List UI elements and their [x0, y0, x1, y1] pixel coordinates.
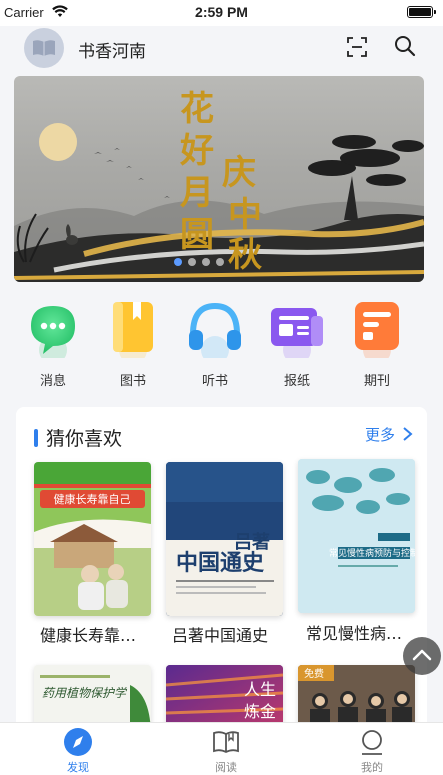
cover-title: 药用植物保护学 — [42, 686, 128, 700]
message-icon — [23, 298, 83, 364]
book-cover[interactable]: 常见慢性病预防与控制 — [298, 459, 415, 613]
banner-char: 月 — [180, 173, 214, 213]
category-label: 消息 — [39, 374, 66, 389]
carousel-indicator — [174, 258, 224, 266]
clock: 2:59 PM — [195, 4, 248, 20]
carousel-dot[interactable] — [188, 258, 196, 266]
banner-char: 圆 — [180, 215, 214, 255]
banner-char: 花 — [180, 89, 214, 129]
book-icon — [103, 298, 163, 364]
section-title: 猜你喜欢 — [46, 428, 123, 450]
carousel-dot[interactable] — [174, 258, 182, 266]
tab-label: 发现 — [67, 761, 89, 774]
category-books[interactable]: 图书 — [98, 298, 168, 389]
more-link[interactable]: 更多 — [365, 424, 395, 445]
scroll-top-button[interactable] — [403, 637, 441, 675]
cover-title: 炼金 — [244, 702, 276, 721]
category-messages[interactable]: 消息 — [18, 298, 88, 389]
headphones-icon — [185, 298, 245, 364]
header: 书香河南 — [0, 26, 443, 72]
chevron-right-icon[interactable] — [400, 426, 414, 442]
tab-reading[interactable]: 阅读 — [191, 727, 261, 775]
carousel-dot[interactable] — [216, 258, 224, 266]
cover-title: 常见慢性病预防与控制 — [329, 547, 415, 559]
status-bar: Carrier 2:59 PM — [0, 0, 443, 26]
tab-bar: 发现 阅读 我的 — [0, 722, 443, 775]
cover-title: 健康长寿靠自己 — [54, 492, 131, 506]
open-book-icon — [33, 40, 55, 56]
chevron-up-icon — [412, 649, 432, 661]
category-label: 图书 — [119, 374, 146, 389]
book-cover[interactable]: 健康长寿靠自己 — [34, 462, 151, 616]
category-label: 听书 — [201, 374, 228, 389]
battery-icon — [407, 6, 436, 18]
carousel-dot[interactable] — [202, 258, 210, 266]
category-label: 期刊 — [363, 374, 390, 389]
banner-char: 秋 — [228, 235, 262, 275]
category-label: 报纸 — [283, 374, 310, 389]
app-title: 书香河南 — [78, 42, 146, 62]
open-book-icon — [211, 727, 241, 757]
banner-char: 好 — [179, 131, 214, 171]
compass-icon — [63, 727, 93, 757]
tab-label: 我的 — [361, 761, 383, 774]
tab-label: 阅读 — [215, 761, 237, 774]
user-icon — [357, 727, 387, 757]
book-title[interactable]: 健康长寿靠… — [40, 622, 160, 646]
cover-title: 人生 — [244, 680, 276, 699]
tab-discover[interactable]: 发现 — [43, 727, 113, 775]
tab-mine[interactable]: 我的 — [337, 727, 407, 775]
banner-char: 中 — [228, 195, 262, 235]
recommend-section: 猜你喜欢 更多 健康长寿靠自己 健康长寿靠… 吕著 中国通史 吕著中国通史 常见… — [16, 407, 427, 737]
cover-title: 中国通史 — [176, 550, 265, 576]
scan-icon[interactable] — [346, 36, 368, 58]
book-cover[interactable]: 吕著 中国通史 — [166, 462, 283, 616]
category-magazines[interactable]: 期刊 — [342, 298, 412, 389]
newspaper-icon — [267, 298, 327, 364]
magazine-icon — [347, 298, 407, 364]
search-icon[interactable] — [393, 34, 417, 58]
section-accent-bar — [34, 429, 38, 447]
category-newspapers[interactable]: 报纸 — [262, 298, 332, 389]
free-badge: 免费 — [304, 667, 324, 680]
avatar[interactable] — [24, 28, 64, 68]
book-title[interactable]: 吕著中国通史 — [172, 622, 292, 646]
category-audiobooks[interactable]: 听书 — [180, 298, 250, 389]
banner-artwork: 花 好 月 圆 庆 中 秋 — [14, 89, 424, 282]
banner-carousel[interactable]: 花 好 月 圆 庆 中 秋 — [14, 76, 424, 282]
banner-char: 庆 — [222, 153, 256, 193]
